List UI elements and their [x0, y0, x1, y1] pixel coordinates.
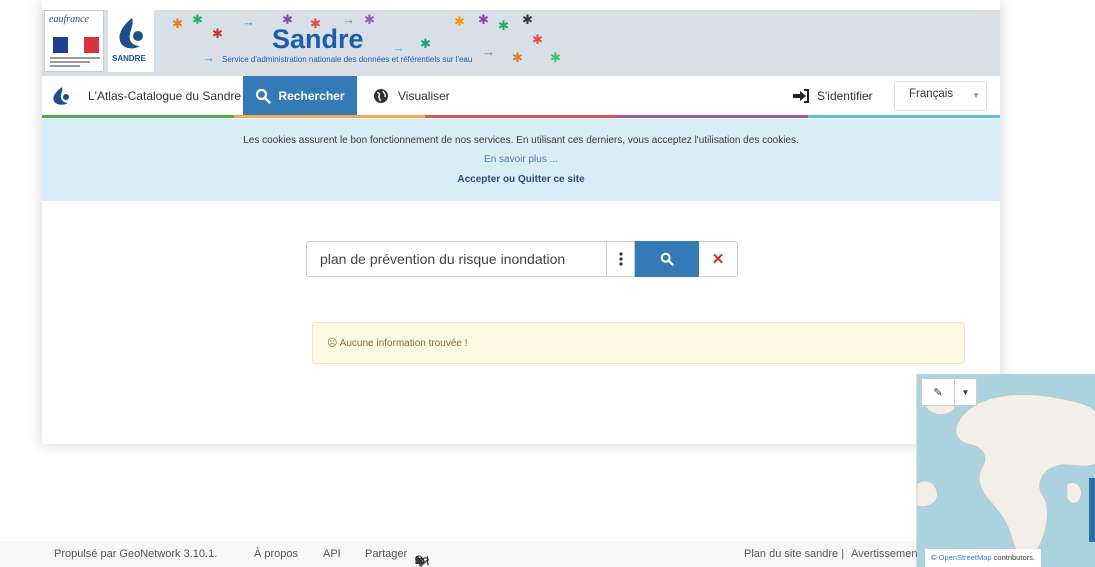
search-icon — [660, 252, 674, 266]
login-link[interactable]: S'identifier — [792, 76, 873, 116]
puzzle-piece-icon: ✱ — [172, 16, 183, 31]
puzzle-piece-icon: ✱ — [532, 32, 543, 47]
page: eaufrance SANDRE ✱ ✱ ✱ → ✱ ✱ → ✱ → ✱ ✱ ✱… — [0, 0, 1095, 567]
nav-brand-label: L'Atlas-Catalogue du Sandre — [88, 89, 242, 103]
chevron-down-icon: ▼ — [972, 91, 980, 100]
sad-face-icon: ☹ — [327, 338, 338, 349]
banner-title: Sandre — [272, 24, 364, 54]
puzzle-piece-icon: ✱ — [364, 12, 375, 27]
login-label: S'identifier — [817, 89, 873, 103]
sandre-logo-text: SANDRE — [112, 54, 146, 63]
map-widget[interactable]: ✎ ▼ © OpenStreetMap contributors. — [916, 374, 1095, 567]
close-icon: ✕ — [711, 251, 725, 268]
arrow-icon: → — [202, 50, 215, 65]
link-icon[interactable]: % — [415, 555, 425, 567]
cookie-learn-more-link[interactable]: En savoir plus ... — [42, 154, 1000, 165]
map-toolbar: ✎ ▼ — [921, 378, 977, 406]
footer-warnings-link[interactable]: Avertissemen — [851, 548, 917, 560]
map-draw-button[interactable]: ✎ — [921, 378, 955, 406]
arrow-icon: → — [482, 44, 495, 59]
map-side-control[interactable] — [1089, 478, 1095, 542]
search-options-button[interactable] — [606, 241, 635, 277]
cookie-actions: Accepter ou Quitter ce site — [42, 174, 1000, 185]
header-banner: eaufrance SANDRE ✱ ✱ ✱ → ✱ ✱ → ✱ → ✱ ✱ ✱… — [42, 10, 1000, 76]
attribution-suffix: contributors. — [993, 553, 1035, 562]
water-drop-icon — [119, 18, 143, 49]
chevron-down-icon: ▼ — [961, 387, 970, 397]
arrow-icon: → — [242, 14, 255, 29]
tab-visualize-label: Visualiser — [398, 89, 450, 103]
footer-api-link[interactable]: API — [323, 548, 341, 560]
nav-color-stripe — [42, 115, 1000, 118]
osm-link[interactable]: OpenStreetMap — [939, 553, 992, 562]
cookie-quit-link[interactable]: Quitter ce site — [518, 174, 585, 185]
sandre-logo[interactable]: SANDRE — [108, 10, 154, 72]
no-results-message: Aucune information trouvée ! — [339, 338, 468, 349]
map-attribution: © OpenStreetMap contributors. — [925, 549, 1041, 567]
pencil-icon: ✎ — [933, 386, 943, 399]
language-select[interactable]: Français ▼ — [894, 81, 987, 111]
puzzle-piece-icon: ✱ — [550, 50, 561, 65]
navbar: L'Atlas-Catalogue du Sandre Rechercher V… — [42, 76, 1000, 118]
cookie-accept-link[interactable]: Accepter — [457, 174, 500, 185]
copyright-symbol: © — [931, 553, 937, 562]
tab-search[interactable]: Rechercher — [243, 76, 357, 116]
globe-icon — [374, 89, 388, 103]
puzzle-piece-icon: ✱ — [512, 50, 523, 65]
puzzle-piece-icon: ✱ — [478, 12, 489, 27]
puzzle-piece-icon: ✱ — [420, 36, 431, 51]
banner-subtitle: Service d'administration nationale des d… — [222, 55, 473, 64]
search-button[interactable] — [635, 241, 699, 277]
puzzle-piece-icon: ✱ — [498, 18, 509, 33]
puzzle-piece-icon: ✱ — [192, 12, 203, 27]
nav-brand-link[interactable]: L'Atlas-Catalogue du Sandre — [50, 76, 241, 116]
french-flag-icon — [53, 37, 99, 53]
rss-icon[interactable]: ⌇ — [425, 555, 430, 567]
footer-powered-by-link[interactable]: Propulsé par GeoNetwork 3.10.1. — [54, 548, 217, 560]
map-draw-dropdown[interactable]: ▼ — [955, 378, 977, 406]
puzzle-piece-icon: ✱ — [522, 12, 533, 27]
arrow-icon: → — [392, 40, 405, 55]
cookie-message: Les cookies assurent le bon fonctionneme… — [243, 135, 799, 146]
ellipsis-vertical-icon — [618, 252, 623, 266]
language-select-value: Français — [909, 88, 954, 100]
footer: Propulsé par GeoNetwork 3.10.1. À propos… — [0, 541, 917, 567]
sandre-drop-icon — [53, 87, 69, 105]
tab-visualize[interactable]: Visualiser — [373, 76, 450, 116]
eaufrance-logo-text: eaufrance — [49, 14, 89, 25]
cookie-or-text: ou — [502, 174, 516, 185]
puzzle-piece-icon: ✱ — [454, 14, 465, 29]
footer-share-label: Partager — [365, 548, 408, 560]
cookie-banner: Les cookies assurent le bon fonctionneme… — [42, 119, 1000, 201]
tab-search-label: Rechercher — [278, 89, 345, 103]
footer-sitemap-link[interactable]: Plan du site sandre | — [744, 548, 844, 560]
sign-in-icon — [793, 89, 809, 103]
main-card: eaufrance SANDRE ✱ ✱ ✱ → ✱ ✱ → ✱ → ✱ ✱ ✱… — [42, 0, 1000, 444]
no-results-alert: ☹ Aucune information trouvée ! — [312, 322, 965, 364]
footer-about-link[interactable]: À propos — [254, 548, 298, 560]
eaufrance-logo[interactable]: eaufrance — [44, 10, 104, 72]
puzzle-piece-icon: ✱ — [212, 26, 223, 41]
clear-search-button[interactable]: ✕ — [699, 241, 738, 277]
search-input[interactable]: plan de prévention du risque inondation — [306, 241, 606, 277]
search-icon — [256, 88, 272, 104]
ministry-mark — [50, 57, 100, 67]
